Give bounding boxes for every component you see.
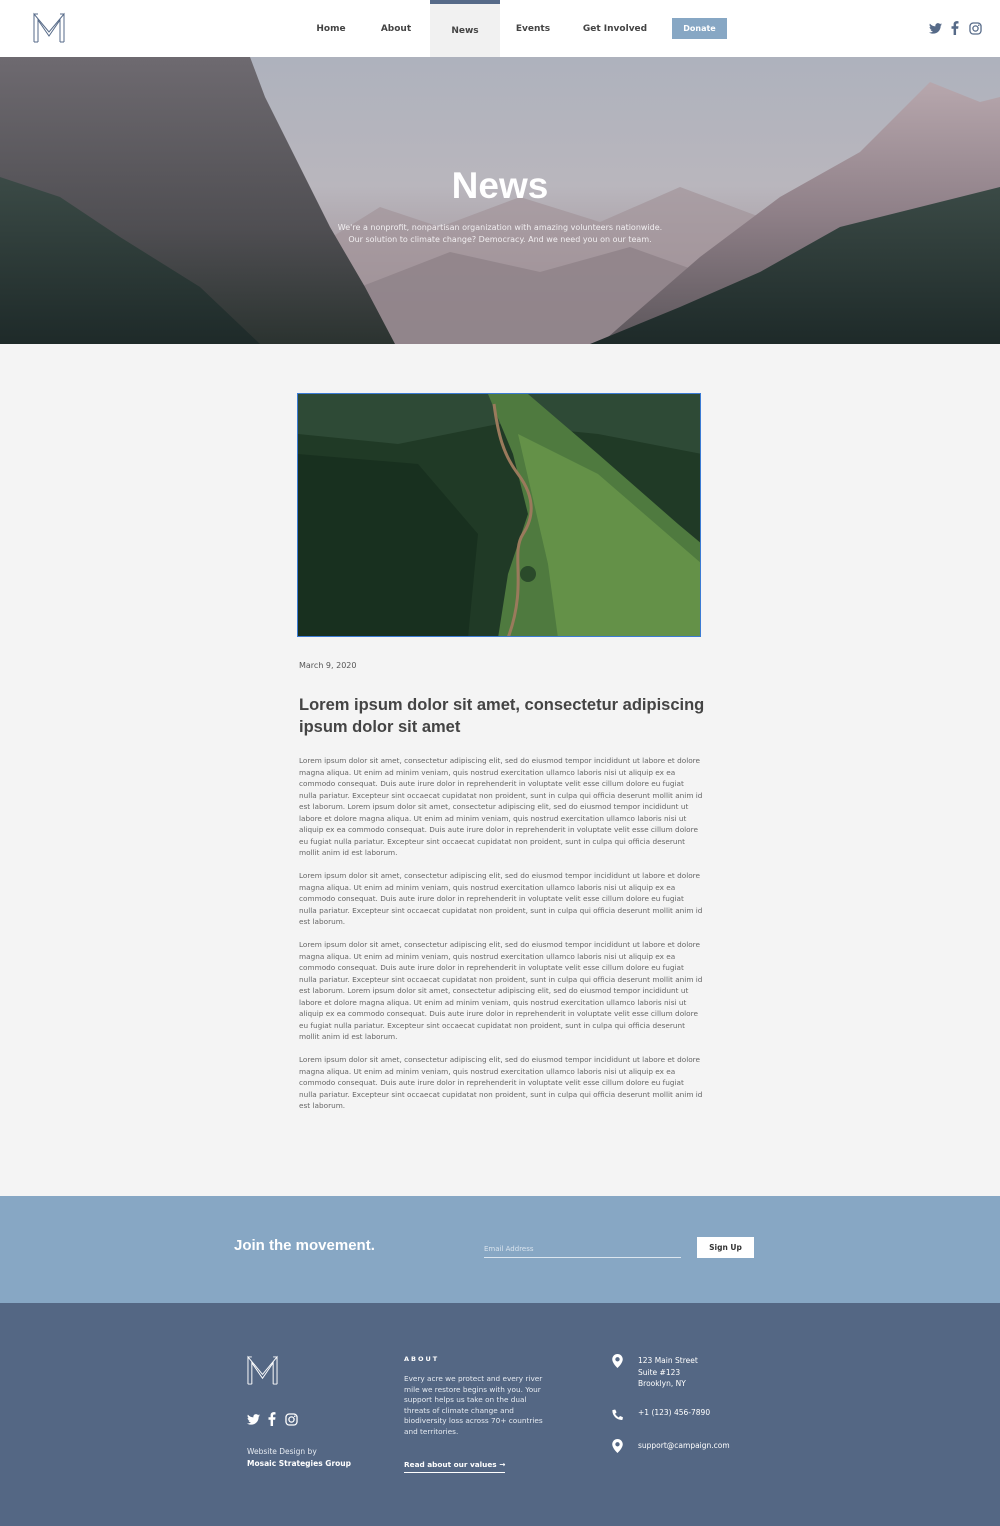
main-nav: Home About News Events Get Involved [300,0,664,57]
site-header: Home About News Events Get Involved Dona… [0,0,1000,57]
article-paragraph: Lorem ipsum dolor sit amet, consectetur … [299,756,703,857]
phone-icon [611,1407,623,1421]
about-heading: ABOUT [404,1355,440,1363]
article-date: March 9, 2020 [299,661,357,670]
address-block: 123 Main Street Suite #123 Brooklyn, NY [638,1355,698,1390]
address-line: 123 Main Street [638,1356,698,1365]
donate-button[interactable]: Donate [672,18,727,39]
location-pin-icon [611,1439,623,1453]
location-pin-icon [611,1354,623,1368]
support-email[interactable]: support@campaign.com [638,1440,730,1452]
address-line: Suite #123 [638,1367,681,1377]
article-headline: Lorem ipsum dolor sit amet, consectetur … [299,696,705,736]
nav-events[interactable]: Events [500,0,566,57]
nav-home[interactable]: Home [300,0,362,57]
article-body: Lorem ipsum dolor sit amet, consectetur … [299,755,703,1123]
credit-label: Website Design by [247,1447,317,1456]
site-footer: Website Design by Mosaic Strategies Grou… [0,1303,1000,1526]
address-line: Brooklyn, NY [638,1379,686,1388]
sign-up-button[interactable]: Sign Up [697,1237,754,1258]
instagram-icon[interactable] [968,20,982,36]
credit-agency[interactable]: Mosaic Strategies Group [247,1459,351,1468]
twitter-icon[interactable] [928,20,942,36]
article-paragraph: Lorem ipsum dolor sit amet, consectetur … [299,940,703,1041]
nav-get-involved[interactable]: Get Involved [566,0,664,57]
article-paragraph: Lorem ipsum dolor sit amet, consectetur … [299,1055,703,1110]
header-social-links [928,20,982,36]
facebook-icon[interactable] [948,20,962,36]
nav-news[interactable]: News [430,0,500,57]
nav-about[interactable]: About [362,0,430,57]
footer-logo-icon[interactable] [246,1355,279,1386]
article-paragraph: Lorem ipsum dolor sit amet, consectetur … [299,871,703,926]
article-image [297,393,701,637]
newsletter-heading: Join the movement. [234,1237,375,1254]
phone-number[interactable]: +1 (123) 456-7890 [638,1407,710,1419]
hero-subtitle: We're a nonprofit, nonpartisan organizat… [337,223,663,244]
hero-banner: News We're a nonprofit, nonpartisan orga… [0,57,1000,344]
page-title: News [451,165,549,206]
read-values-link[interactable]: Read about our values → [404,1460,506,1473]
footer-social-links [246,1411,298,1427]
facebook-icon[interactable] [265,1411,279,1427]
newsletter-band: Join the movement. Sign Up [0,1196,1000,1303]
logo-icon[interactable] [32,12,66,44]
instagram-icon[interactable] [284,1411,298,1427]
email-input[interactable] [484,1240,681,1258]
about-text: Every acre we protect and every river mi… [404,1374,543,1436]
twitter-icon[interactable] [246,1411,260,1427]
